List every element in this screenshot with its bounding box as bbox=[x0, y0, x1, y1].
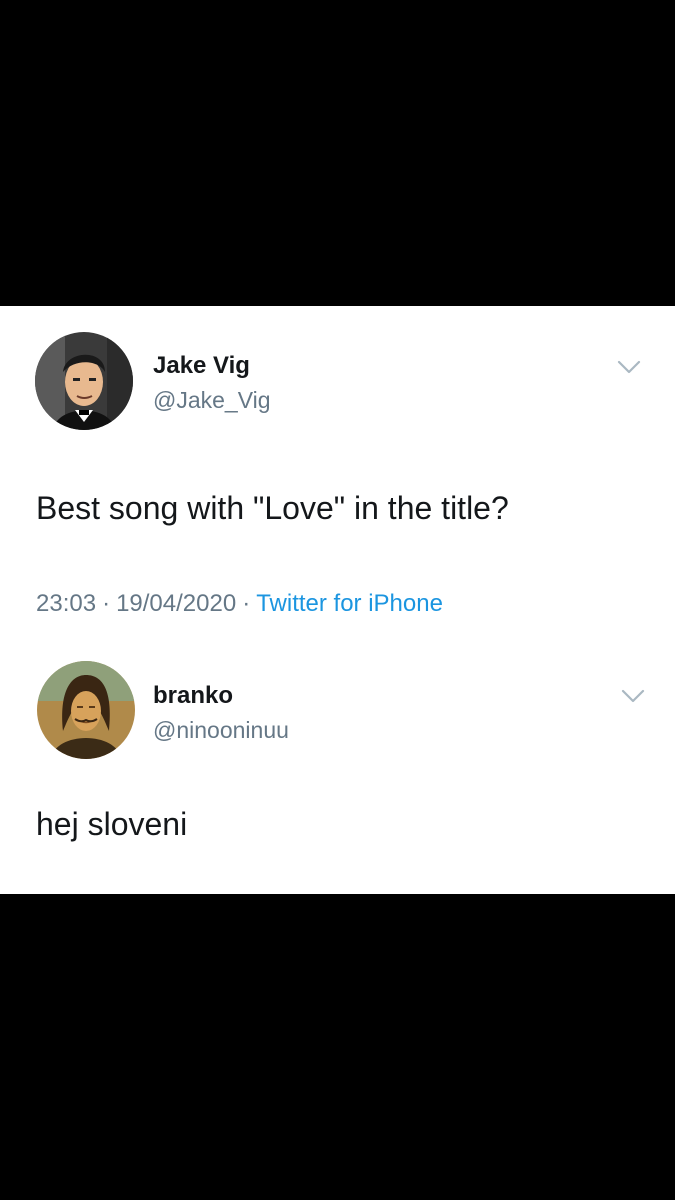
reply-text: hej sloveni bbox=[36, 806, 188, 842]
author-name[interactable]: Jake Vig bbox=[153, 352, 250, 380]
cartoon-avatar-icon bbox=[35, 332, 133, 430]
tweet-date: 19/04/2020 bbox=[116, 590, 237, 617]
reply-author-name[interactable]: branko bbox=[153, 682, 233, 710]
avatar[interactable] bbox=[35, 332, 133, 430]
tweet-text: Best song with "Love" in the title? bbox=[36, 490, 509, 526]
reply-author-handle[interactable]: @ninooninuu bbox=[153, 716, 289, 744]
separator: · bbox=[102, 590, 111, 617]
tweet-source-link[interactable]: Twitter for iPhone bbox=[256, 590, 443, 617]
avatar[interactable] bbox=[37, 661, 135, 759]
tweet-card: Jake Vig @Jake_Vig Best song with "Love"… bbox=[0, 306, 675, 894]
chevron-down-icon[interactable] bbox=[616, 358, 642, 376]
author-handle[interactable]: @Jake_Vig bbox=[153, 386, 271, 414]
separator: · bbox=[242, 590, 251, 617]
chevron-down-icon[interactable] bbox=[620, 687, 646, 705]
tweet-time: 23:03 bbox=[36, 590, 97, 617]
tweet-meta: 23:03 · 19/04/2020 · Twitter for iPhone bbox=[36, 589, 443, 619]
mona-lisa-avatar-icon bbox=[37, 661, 135, 759]
